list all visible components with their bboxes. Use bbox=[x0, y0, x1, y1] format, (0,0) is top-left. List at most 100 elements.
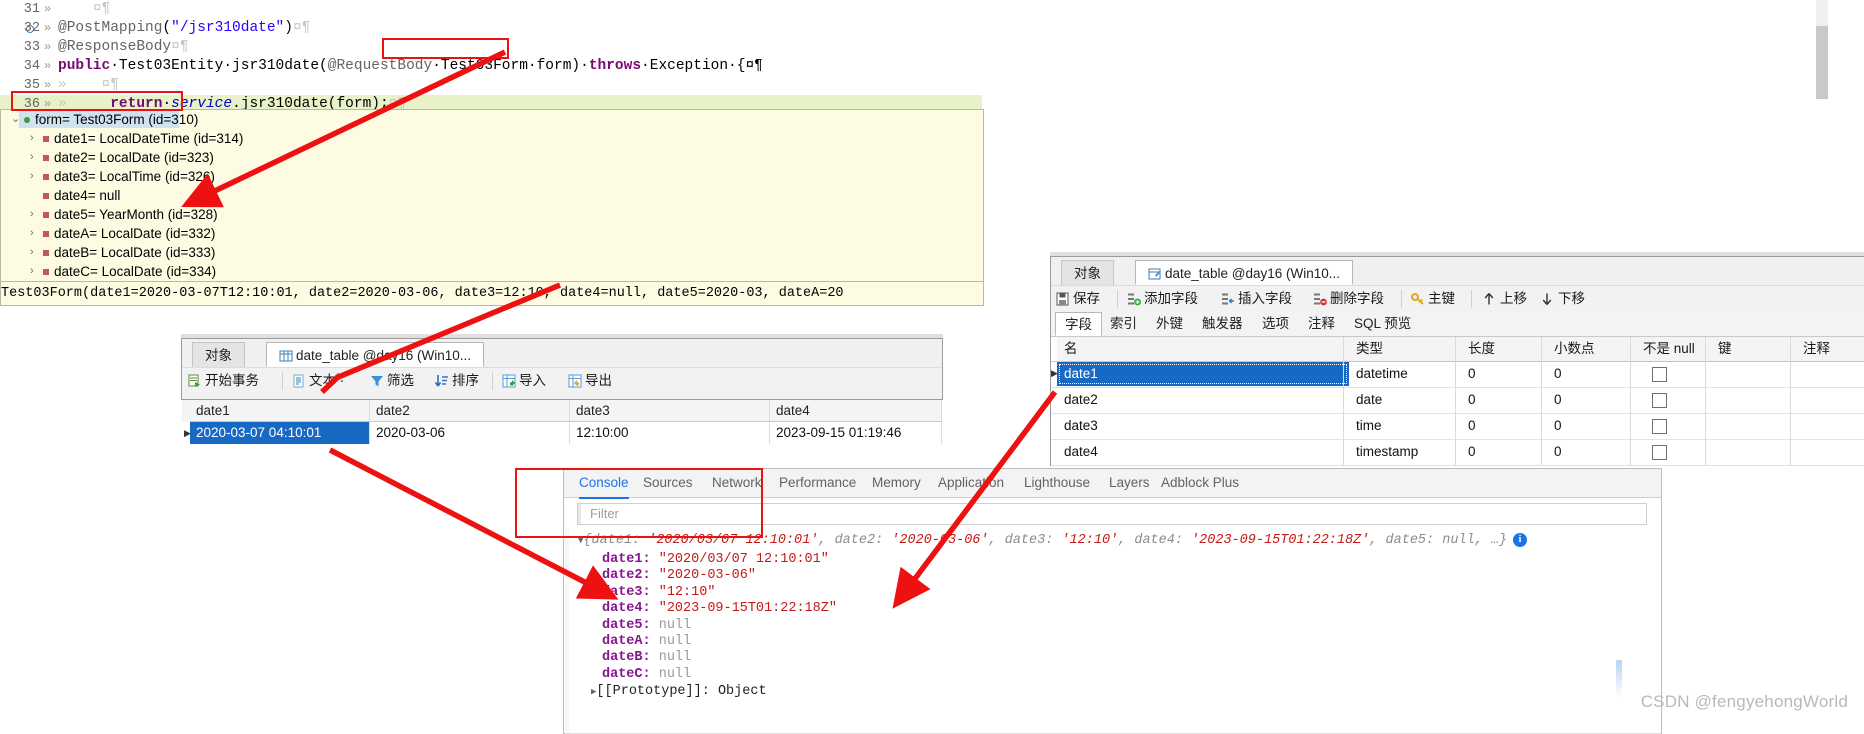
data-grid-cell[interactable]: 2020-03-06 bbox=[370, 422, 570, 444]
struct-cell-name[interactable]: date2 bbox=[1057, 388, 1349, 412]
struct-cell[interactable] bbox=[1711, 362, 1796, 386]
data-toolbar-sort[interactable]: 排序 bbox=[434, 372, 479, 390]
navicat-data-toolbar[interactable]: 开始事务 文本 · 筛选 排序 导入 导出 bbox=[182, 367, 942, 394]
navicat-data-tabbar[interactable]: 对象 date_table @day16 (Win10... bbox=[182, 339, 942, 367]
disclosure-triangle-icon[interactable]: › bbox=[30, 205, 34, 224]
data-toolbar-import[interactable]: 导入 bbox=[502, 372, 546, 390]
variable-row[interactable]: › dateA= LocalDate (id=332) bbox=[3, 224, 983, 243]
struct-cell[interactable]: 0 bbox=[1547, 362, 1636, 386]
structure-subtab-3[interactable]: 外键 bbox=[1147, 312, 1192, 336]
struct-cell[interactable]: date bbox=[1349, 388, 1461, 412]
data-toolbar-text[interactable]: 文本 · bbox=[292, 372, 344, 390]
structure-subtab-2[interactable]: 索引 bbox=[1101, 312, 1146, 336]
data-grid-cell[interactable]: 2023-09-15 01:19:46 bbox=[770, 422, 942, 444]
structure-subtab-6[interactable]: 注释 bbox=[1299, 312, 1344, 336]
structure-subtab-7[interactable]: SQL 预览 bbox=[1345, 312, 1420, 336]
disclosure-triangle-icon[interactable]: › bbox=[30, 262, 34, 281]
console-property-line[interactable]: dateC: null bbox=[602, 665, 691, 684]
notnull-checkbox[interactable] bbox=[1652, 367, 1667, 382]
devtools-tab-memory[interactable]: Memory bbox=[872, 469, 921, 497]
variable-row[interactable]: › dateC= LocalDate (id=334) bbox=[3, 262, 983, 281]
struct-toolbar-primary-key[interactable]: 主键 bbox=[1411, 290, 1455, 308]
notnull-checkbox[interactable] bbox=[1652, 419, 1667, 434]
info-icon[interactable]: i bbox=[1513, 533, 1528, 547]
struct-toolbar-save[interactable]: 保存 bbox=[1056, 290, 1100, 308]
disclosure-triangle-icon[interactable]: › bbox=[30, 224, 34, 243]
structure-grid[interactable]: 名类型 长度 小数点 不是 null 键注释 date1 datetime 0 0 ▶ date2 d… bbox=[1051, 337, 1864, 466]
struct-cell[interactable]: time bbox=[1349, 414, 1461, 438]
variable-tree[interactable]: ⌄ form= Test03Form (id=310) › date1= LocalD… bbox=[1, 110, 983, 281]
disclosure-triangle-icon[interactable]: › bbox=[30, 243, 34, 262]
struct-cell-notnull[interactable] bbox=[1636, 362, 1711, 386]
devtools-tab-application[interactable]: Application bbox=[938, 469, 1004, 497]
navicat-data-tab-2[interactable]: date_table @day16 (Win10... bbox=[266, 342, 485, 367]
devtools-tab-adblock-plus[interactable]: Adblock Plus bbox=[1161, 469, 1239, 497]
console-prototype-line[interactable]: ▶ [[Prototype]]: Object bbox=[591, 682, 767, 701]
struct-toolbar-arrow-down[interactable]: 下移 bbox=[1541, 290, 1585, 308]
struct-cell[interactable] bbox=[1796, 388, 1864, 412]
struct-column-header[interactable]: 不是 null bbox=[1636, 337, 1711, 361]
disclosure-triangle-icon[interactable]: › bbox=[30, 129, 34, 148]
navicat-struct-toolbar[interactable]: 保存 添加字段 插入字段 删除字段 主键 上移 下移 bbox=[1051, 285, 1864, 312]
struct-cell-notnull[interactable] bbox=[1636, 414, 1711, 438]
struct-column-header[interactable]: 类型 bbox=[1349, 337, 1461, 361]
struct-column-header[interactable]: 键 bbox=[1711, 337, 1796, 361]
struct-cell[interactable] bbox=[1796, 440, 1864, 464]
struct-toolbar-insert-field[interactable]: 插入字段 bbox=[1221, 290, 1292, 308]
editor-scrollbar-thumb[interactable] bbox=[1816, 26, 1828, 99]
devtools-tab-layers[interactable]: Layers bbox=[1109, 469, 1150, 497]
variable-row[interactable]: › date5= YearMonth (id=328) bbox=[3, 205, 983, 224]
disclosure-triangle-icon[interactable]: › bbox=[30, 167, 34, 186]
struct-cell[interactable]: 0 bbox=[1547, 440, 1636, 464]
data-grid-column-header[interactable]: date3 bbox=[570, 400, 770, 422]
fold-marker-icon[interactable]: » bbox=[44, 0, 58, 19]
notnull-checkbox[interactable] bbox=[1652, 445, 1667, 460]
notnull-checkbox[interactable] bbox=[1652, 393, 1667, 408]
struct-cell-name[interactable]: date1 bbox=[1057, 362, 1349, 386]
struct-cell-name[interactable]: date4 bbox=[1057, 440, 1349, 464]
struct-cell-notnull[interactable] bbox=[1636, 440, 1711, 464]
data-grid-cell[interactable]: 2020-03-07 04:10:01 bbox=[190, 422, 370, 444]
struct-toolbar-delete-field[interactable]: 删除字段 bbox=[1313, 290, 1384, 308]
navicat-struct-tabbar[interactable]: 对象 date_table @day16 (Win10... bbox=[1051, 257, 1864, 285]
variable-row[interactable]: › date2= LocalDate (id=323) bbox=[3, 148, 983, 167]
structure-subtabs[interactable]: 字段 索引 外键 触发器 选项 注释 SQL 预览 bbox=[1051, 312, 1864, 337]
data-toolbar-export[interactable]: 导出 bbox=[568, 372, 612, 390]
data-grid-column-header[interactable]: date2 bbox=[370, 400, 570, 422]
struct-cell[interactable]: 0 bbox=[1461, 440, 1547, 464]
data-grid-column-header[interactable]: date1 bbox=[190, 400, 370, 422]
variable-row[interactable]: › dateB= LocalDate (id=333) bbox=[3, 243, 983, 262]
struct-column-header[interactable]: 长度 bbox=[1461, 337, 1547, 361]
navicat-data-tab-1[interactable]: 对象 bbox=[192, 342, 245, 367]
struct-column-header[interactable]: 名 bbox=[1057, 337, 1349, 361]
fold-marker-icon[interactable]: » bbox=[44, 38, 58, 57]
variable-row[interactable]: › date1= LocalDateTime (id=314) bbox=[3, 129, 983, 148]
navicat-struct-tab-1[interactable]: 对象 bbox=[1061, 260, 1114, 285]
struct-cell-notnull[interactable] bbox=[1636, 388, 1711, 412]
debugger-variables-tooltip[interactable]: ⌄ form= Test03Form (id=310) › date1= LocalD… bbox=[0, 109, 984, 282]
navicat-struct-tab-2[interactable]: date_table @day16 (Win10... bbox=[1135, 260, 1354, 285]
struct-cell[interactable]: datetime bbox=[1349, 362, 1461, 386]
struct-cell[interactable]: 0 bbox=[1461, 414, 1547, 438]
structure-subtab-5[interactable]: 选项 bbox=[1253, 312, 1298, 336]
data-grid-row[interactable]: 2020-03-07 04:10:01 2020-03-06 12:10:00 202… bbox=[182, 422, 942, 444]
devtools-tab-performance[interactable]: Performance bbox=[779, 469, 856, 497]
struct-cell[interactable] bbox=[1796, 362, 1864, 386]
struct-cell[interactable] bbox=[1711, 414, 1796, 438]
data-grid-column-header[interactable]: date4 bbox=[770, 400, 942, 422]
navicat-data-window[interactable]: 对象 date_table @day16 (Win10... 开始事务 文本 · 筛选… bbox=[181, 338, 943, 400]
fold-marker-icon[interactable]: » bbox=[44, 57, 58, 76]
struct-cell[interactable]: 0 bbox=[1461, 388, 1547, 412]
fold-marker-icon[interactable]: » bbox=[44, 19, 58, 38]
struct-cell[interactable]: timestamp bbox=[1349, 440, 1461, 464]
struct-cell[interactable] bbox=[1711, 388, 1796, 412]
variable-row[interactable]: date4= null bbox=[3, 186, 983, 205]
disclosure-triangle-icon[interactable]: › bbox=[30, 148, 34, 167]
struct-toolbar-add-field[interactable]: 添加字段 bbox=[1127, 290, 1198, 308]
struct-cell[interactable] bbox=[1796, 414, 1864, 438]
devtools-tab-lighthouse[interactable]: Lighthouse bbox=[1024, 469, 1090, 497]
data-toolbar-transaction[interactable]: 开始事务 bbox=[188, 372, 259, 390]
structure-subtab-1[interactable]: 字段 bbox=[1055, 312, 1102, 336]
structure-subtab-4[interactable]: 触发器 bbox=[1193, 312, 1252, 336]
struct-column-header[interactable]: 小数点 bbox=[1547, 337, 1636, 361]
